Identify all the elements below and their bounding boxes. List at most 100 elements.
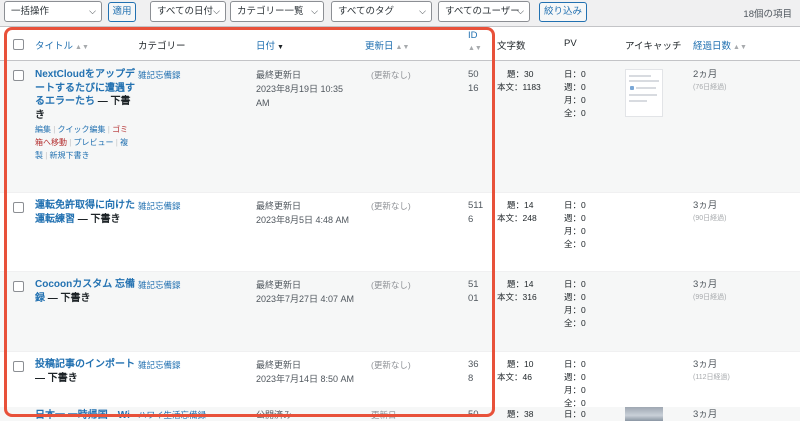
tag-filter-select[interactable]: すべてのタグ ⌵ [331,1,432,22]
post-modified: (更新なし) [371,360,411,370]
post-title[interactable]: Cocoonカスタム 忘備録 — 下書き [35,278,135,305]
table-row: NextCloudをアップデートするたびに遭遇するエラーたち — 下書き 編集 … [0,61,800,193]
date-filter-value: すべての日付 [157,6,213,17]
wc-title: 題：14 [507,200,534,210]
column-id[interactable]: ID ▲▼ [468,30,482,55]
date-label: 最終更新日 [256,70,302,80]
column-elapsed[interactable]: 経過日数 ▲▼ [693,38,747,52]
date-value: 2023年8月5日 4:48 AM [256,215,350,225]
eyecatch-thumbnail[interactable] [625,69,663,117]
post-title[interactable]: NextCloudをアップデートするたびに遭遇するエラーたち — 下書き [35,68,135,122]
post-id: 51 01 [468,278,479,306]
user-filter-value: すべてのユーザー [445,6,520,17]
tablenav-top: 一括操作 ⌵ 適用 すべての日付 ⌵ カテゴリー一覧 ⌵ すべてのタグ ⌵ すべ… [0,0,800,26]
date-value: 2023年8月19日 10:35 AM [256,84,344,108]
date-value: 2023年7月27日 4:07 AM [256,294,355,304]
post-pv: 日：0 週：0 月：0 全：0 [564,278,586,330]
pv-month: 月：0 [564,305,586,315]
select-all-checkbox[interactable] [13,39,24,50]
post-pv: 日：0 週：0 月：0 全：0 [564,358,586,410]
elapsed-months: 2ヵ月 [693,69,718,80]
post-date: 最終更新日 2023年7月27日 4:07 AM [256,278,360,306]
pv-month: 月：0 [564,226,586,236]
post-id: 50 [468,409,479,420]
bulk-action-value: 一括操作 [11,6,50,17]
post-word-count: 題：14 本文：316 [497,278,537,304]
wc-title: 題：38 [507,409,534,419]
category-filter-value: カテゴリー一覧 [237,6,304,17]
wc-body: 本文：316 [497,292,537,302]
row-actions: 編集 | クイック編集 | ゴミ箱へ移動 | プレビュー | 複製 | 新規下書… [35,125,129,160]
wc-body: 本文：248 [497,213,537,223]
post-date: 最終更新日 2023年8月5日 4:48 AM [256,199,360,227]
row-checkbox[interactable] [13,361,24,372]
post-pv: 日：0 週：0 月：0 全：0 [564,199,586,251]
post-title-text[interactable]: 日本一 一時帰国 Wi [35,410,130,421]
pv-week: 週：0 [564,372,586,382]
new-draft-link[interactable]: 新規下書き [50,151,90,160]
sort-desc-icon: ▼ [277,44,284,51]
bulk-action-select[interactable]: 一括操作 ⌵ [4,1,102,22]
thumb-line [629,75,651,77]
post-category[interactable]: 雑記忘備録 [138,199,181,213]
quick-edit-link[interactable]: クイック編集 [58,125,106,134]
post-title[interactable]: 投稿記事のインポート — 下書き [35,358,135,385]
pv-week: 週：0 [564,82,586,92]
post-state: — 下書き [35,372,78,384]
chevron-down-icon: ⌵ [517,6,524,16]
post-title[interactable]: 日本一 一時帰国 Wi [35,409,135,421]
pv-day: 日：0 [564,279,586,289]
id-part: 16 [468,83,479,94]
category-filter-select[interactable]: カテゴリー一覧 ⌵ [230,1,324,22]
thumb-line [629,100,647,102]
pv-week: 週：0 [564,213,586,223]
chevron-down-icon: ⌵ [89,6,96,16]
post-category[interactable]: 雑記忘備録 [138,278,181,292]
post-id: 36 8 [468,358,479,386]
table-row: Cocoonカスタム 忘備録 — 下書き 雑記忘備録 最終更新日 2023年7月2… [0,272,800,352]
chevron-down-icon: ⌵ [311,6,318,16]
post-category[interactable]: 雑記忘備録 [138,358,181,372]
column-pv: PV [564,38,577,49]
column-title[interactable]: タイトル ▲▼ [35,38,89,52]
date-filter-select[interactable]: すべての日付 ⌵ [150,1,226,22]
id-part: 6 [468,214,474,225]
post-date: 最終更新日 2023年8月19日 10:35 AM [256,68,356,110]
elapsed-months: 3ヵ月 [693,279,718,290]
post-title[interactable]: 運転免許取得に向けた運転練習 — 下書き [35,199,135,226]
post-date: 最終更新日 2023年7月14日 8:50 AM [256,358,360,386]
pv-day: 日：0 [564,359,586,369]
row-checkbox[interactable] [13,281,24,292]
elapsed-days: (99日経過) [693,294,727,301]
table-row: 日本一 一時帰国 Wi ハワイ生活忘備録 公開済み 更新日 50 題：38 日：… [0,407,800,421]
edit-link[interactable]: 編集 [35,125,51,134]
tag-filter-value: すべてのタグ [338,6,394,17]
chevron-down-icon: ⌵ [419,6,426,16]
apply-button[interactable]: 適用 [108,2,136,22]
chevron-down-icon: ⌵ [213,6,220,16]
sort-icon: ▲▼ [75,44,89,51]
date-label: 最終更新日 [256,201,302,211]
posts-table: タイトル ▲▼ カテゴリー 日付 ▼ 更新日 ▲▼ ID ▲▼ 文字数 PV アイキャッ… [0,26,800,421]
id-part: 01 [468,293,479,304]
table-header: タイトル ▲▼ カテゴリー 日付 ▼ 更新日 ▲▼ ID ▲▼ 文字数 PV アイキャッ… [0,27,800,61]
pv-total: 全：0 [564,318,586,328]
eyecatch-thumbnail[interactable] [625,407,663,421]
column-category: カテゴリー [138,41,186,52]
pv-month: 月：0 [564,385,586,395]
post-title-text[interactable]: 投稿記事のインポート [35,359,135,370]
row-checkbox[interactable] [13,202,24,213]
column-modified[interactable]: 更新日 ▲▼ [365,38,409,52]
filter-button[interactable]: 絞り込み [539,2,587,22]
row-checkbox[interactable] [13,70,24,81]
user-filter-select[interactable]: すべてのユーザー ⌵ [438,1,530,22]
column-id-label: ID [468,30,478,41]
post-category[interactable]: ハワイ生活忘備録 [138,408,206,421]
pv-total: 全：0 [564,108,586,118]
wc-body: 本文：46 [497,372,532,382]
column-date[interactable]: 日付 ▼ [256,38,284,52]
preview-link[interactable]: プレビュー [74,138,114,147]
pv-week: 週：0 [564,292,586,302]
post-id: 511 6 [468,199,483,227]
post-category[interactable]: 雑記忘備録 [138,68,181,82]
